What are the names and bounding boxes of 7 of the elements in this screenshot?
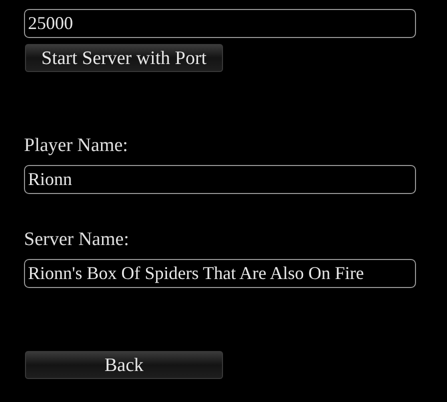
text-field[interactable]: Rionn [24, 165, 416, 194]
field-label: Server Name: [24, 228, 130, 251]
start-server-button[interactable]: Start Server with Port [25, 44, 223, 72]
text-field[interactable]: Rionn's Box Of Spiders That Are Also On Fire [24, 259, 416, 288]
port-field[interactable]: 25000 [24, 9, 416, 38]
field-label: Player Name: [24, 134, 129, 157]
back-button[interactable]: Back [25, 351, 223, 379]
